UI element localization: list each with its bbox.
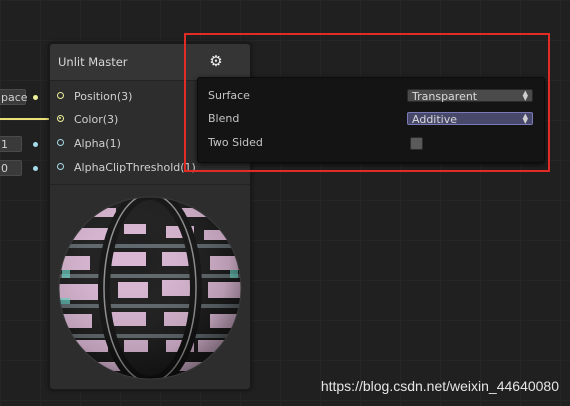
node-divider: [50, 184, 250, 185]
alpha-output-dot-icon: [33, 142, 38, 147]
highlight-box: [184, 33, 550, 172]
position-input-field[interactable]: pace: [0, 89, 28, 105]
port-circle-icon[interactable]: [57, 139, 64, 146]
position-input-value: pace: [1, 91, 28, 104]
port-circle-icon[interactable]: [57, 92, 64, 99]
watermark-text: https://blog.csdn.net/weixin_44640080: [320, 378, 559, 394]
position-output-dot-icon: [33, 95, 38, 100]
sphere-preview: [58, 196, 242, 380]
port-label: Color(3): [74, 113, 119, 126]
alpha-clip-output-dot-icon: [33, 166, 38, 171]
port-label: Position(3): [74, 90, 133, 103]
port-circle-icon[interactable]: [57, 163, 64, 170]
alpha-clip-input-field[interactable]: 0: [0, 160, 22, 176]
port-connected-icon[interactable]: [57, 115, 64, 122]
color-wire: [0, 118, 55, 120]
alpha-clip-input-value: 0: [1, 162, 8, 175]
port-label: AlphaClipThreshold(1): [74, 161, 196, 174]
alpha-input-field[interactable]: 1: [0, 136, 22, 152]
alpha-input-value: 1: [1, 138, 8, 151]
port-label: Alpha(1): [74, 137, 121, 150]
